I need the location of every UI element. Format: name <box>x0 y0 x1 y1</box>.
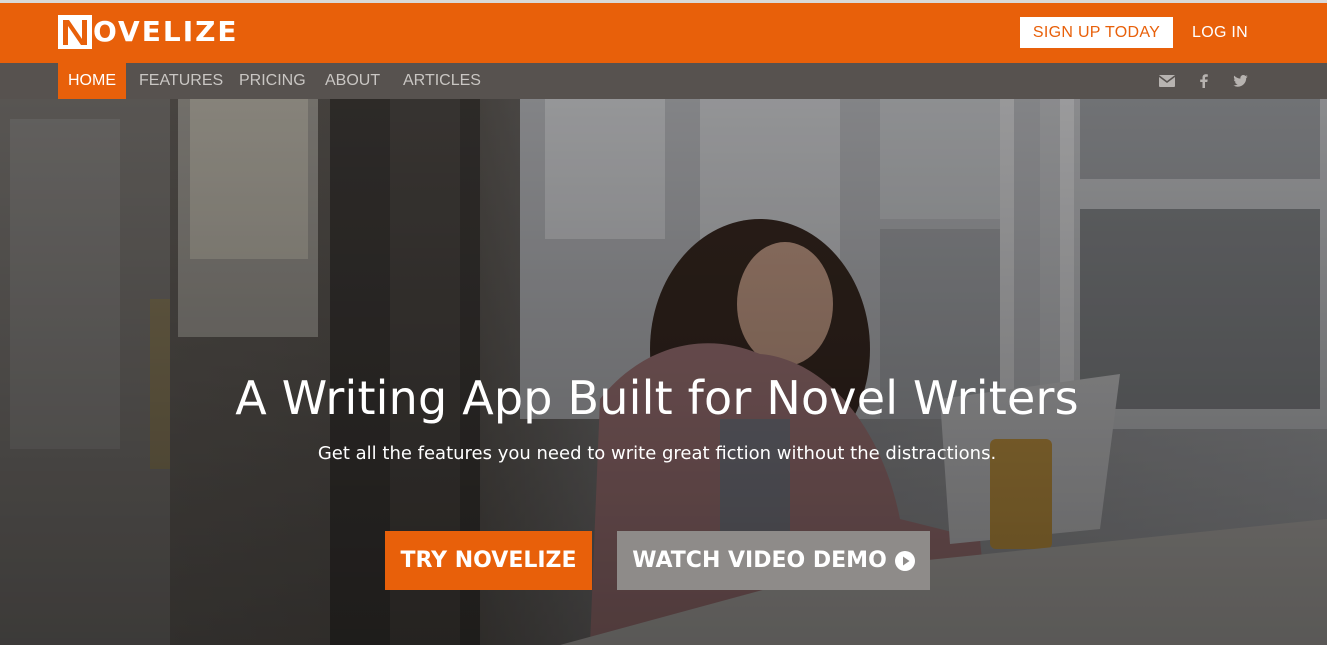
nav-item-articles[interactable]: ARTICLES <box>403 63 481 99</box>
logo[interactable]: OVELIZE <box>58 15 239 49</box>
hero-title: A Writing App Built for Novel Writers <box>235 371 1079 425</box>
nav-item-pricing[interactable]: PRICING <box>239 63 306 99</box>
nav-item-features[interactable]: FEATURES <box>139 63 223 99</box>
log-in-link[interactable]: LOG IN <box>1192 17 1248 48</box>
facebook-icon[interactable] <box>1196 74 1212 88</box>
envelope-icon[interactable] <box>1159 74 1175 88</box>
nav-item-about[interactable]: ABOUT <box>325 63 380 99</box>
site-header: OVELIZE SIGN UP TODAY LOG IN <box>0 3 1327 63</box>
nav-item-home[interactable]: HOME <box>58 63 126 99</box>
twitter-icon[interactable] <box>1232 74 1248 88</box>
play-circle-icon <box>894 550 915 571</box>
watch-video-demo-button[interactable]: WATCH VIDEO DEMO <box>617 531 930 590</box>
logo-text: OVELIZE <box>93 15 239 48</box>
logo-mark <box>58 15 92 49</box>
main-nav: HOME FEATURES PRICING ABOUT ARTICLES <box>0 63 1327 99</box>
try-novelize-button[interactable]: TRY NOVELIZE <box>385 531 592 590</box>
sign-up-button[interactable]: SIGN UP TODAY <box>1020 17 1173 48</box>
watch-video-demo-label: WATCH VIDEO DEMO <box>632 548 887 573</box>
hero-section: A Writing App Built for Novel Writers Ge… <box>0 99 1327 645</box>
hero-subtitle: Get all the features you need to write g… <box>317 443 997 464</box>
